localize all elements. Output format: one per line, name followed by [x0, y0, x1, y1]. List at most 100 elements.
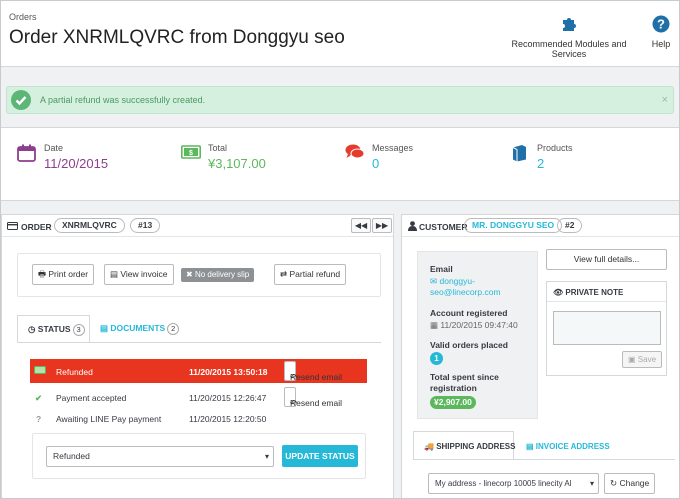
history-row: ? Awaiting LINE Pay payment 11/20/2015 1… [30, 408, 367, 428]
partial-refund-label: Partial refund [289, 269, 341, 279]
status-select[interactable]: Refunded ▾ [46, 446, 274, 467]
tab-status-label: STATUS [37, 324, 71, 334]
no-delivery-slip-button[interactable]: ✖ No delivery slip [181, 268, 255, 282]
help-label: Help [651, 39, 671, 49]
email-label: Email [430, 264, 453, 274]
private-note-header: 👁 PRIVATE NOTE [553, 288, 623, 297]
tabs-divider [17, 342, 381, 343]
check-icon: ✔ [35, 393, 43, 403]
tab-invoice-address[interactable]: ▤ INVOICE ADDRESS [526, 442, 610, 451]
save-note-button[interactable]: ▣ Save [622, 351, 663, 368]
save-icon: ▣ [628, 355, 638, 364]
caret-down-icon: ▾ [587, 474, 594, 493]
history-row: ✔ Payment accepted 11/20/2015 12:26:47 ↶… [30, 387, 367, 408]
email-link[interactable]: ✉ donggyu- [430, 276, 475, 287]
history-date: 11/20/2015 12:26:47 [189, 393, 267, 403]
total-spent-badge: ¥2,907.00 [430, 396, 476, 409]
kpi-products-value[interactable]: 2 [537, 156, 544, 171]
kpi-total-value: ¥3,107.00 [208, 156, 266, 171]
status-select-value: Refunded [53, 451, 90, 461]
tab-documents[interactable]: ▤ DOCUMENTS 2 [100, 323, 180, 335]
status-count-badge: 3 [72, 324, 85, 336]
valid-orders-label: Valid orders placed [430, 340, 508, 350]
success-alert: A partial refund was successfully create… [6, 86, 674, 114]
history-status: Payment accepted [56, 393, 127, 403]
tab-shipping-address[interactable]: 🚚 SHIPPING ADDRESS [413, 431, 515, 460]
order-page: Orders Order XNRMLQVRC from Donggyu seo … [0, 0, 680, 499]
recommended-modules-label: Recommended Modules and Services [511, 39, 627, 59]
history-row: Refunded 11/20/2015 13:50:18 ↶ Resend em… [30, 359, 367, 383]
close-icon[interactable]: × [662, 94, 668, 106]
resend-email-button[interactable]: ↶ Resend email [284, 387, 342, 408]
page-title: Order XNRMLQVRC from Donggyu seo [9, 27, 345, 48]
address-select-value: My address - linecorp 10005 linecity Al [435, 479, 572, 488]
order-reference: XNRMLQVRC [54, 218, 125, 233]
order-actions: 🖶 Print order ▤ View invoice ✖ No delive… [17, 253, 381, 297]
resend-email-button[interactable]: ↶ Resend email [284, 361, 342, 382]
address-select[interactable]: My address - linecorp 10005 linecity Al … [428, 473, 599, 494]
alert-message: A partial refund was successfully create… [40, 95, 206, 105]
kpi-total-label: Total [208, 143, 228, 153]
order-label: ORDER [21, 222, 52, 232]
breadcrumb[interactable]: Orders [9, 12, 37, 22]
no-delivery-label: No delivery slip [194, 270, 250, 279]
kpi-date-value: 11/20/2015 [44, 156, 109, 171]
order-number: #13 [130, 218, 161, 233]
total-spent-label-2: registration [430, 383, 477, 393]
history-status: Refunded [56, 367, 93, 377]
history-status: Awaiting LINE Pay payment [56, 414, 162, 424]
file-text-icon: ▤ [526, 442, 536, 451]
help-icon: ? [652, 15, 670, 33]
book-icon [512, 145, 526, 162]
question-icon: ? [36, 414, 42, 424]
documents-count-badge: 2 [167, 323, 180, 335]
tab-status[interactable]: ◷ STATUS 3 [17, 315, 90, 343]
print-icon: 🖶 [38, 269, 49, 279]
valid-orders-badge: 1 [430, 352, 443, 365]
kpi-bar: Date 11/20/2015 $ Total ¥3,107.00 Messag… [1, 127, 679, 201]
account-registered-label: Account registered [430, 308, 508, 318]
money-icon: $ [181, 145, 201, 159]
view-invoice-label: View invoice [120, 269, 168, 279]
truck-icon: 🚚 [424, 442, 437, 451]
email-line-1: donggyu- [439, 276, 475, 286]
print-order-label: Print order [48, 269, 89, 279]
eye-slash-icon: 👁 [553, 288, 566, 297]
order-panel: ORDER XNRMLQVRC #13 ◀◀ ▶▶ 🖶 Print order … [1, 214, 394, 498]
previous-order-button[interactable]: ◀◀ [351, 218, 371, 233]
tab-shipping-label: SHIPPING ADDRESS [436, 442, 516, 451]
kpi-date-label: Date [44, 143, 64, 153]
svg-text:$: $ [189, 150, 193, 157]
kpi-messages-value[interactable]: 0 [372, 156, 379, 171]
help-button[interactable]: ? Help [649, 15, 673, 49]
total-spent-label-1: Total spent since [430, 372, 499, 382]
caret-down-icon: ▾ [264, 452, 269, 461]
update-status-form: Refunded ▾ UPDATE STATUS [32, 433, 366, 479]
clock-icon: ◷ [28, 324, 36, 334]
private-note-textarea[interactable] [553, 311, 661, 345]
money-icon [34, 366, 46, 374]
partial-refund-button[interactable]: ⇄ Partial refund [274, 264, 347, 285]
user-icon [408, 221, 417, 231]
tab-documents-label: DOCUMENTS [110, 323, 166, 333]
history-date: 11/20/2015 12:20:50 [189, 414, 267, 424]
next-order-button[interactable]: ▶▶ [372, 218, 392, 233]
tab-shipping-content: 🚚 SHIPPING ADDRESS [424, 442, 515, 451]
recommended-modules-button[interactable]: Recommended Modules and Services [495, 15, 643, 59]
file-icon: ▤ [110, 269, 121, 279]
address-tabs-divider [413, 459, 675, 460]
view-full-details-button[interactable]: View full details... [546, 249, 667, 270]
tab-invoice-label: INVOICE ADDRESS [535, 442, 610, 451]
remove-icon: ✖ [186, 270, 195, 279]
change-address-button[interactable]: ↻ Change [604, 473, 656, 494]
customer-label: CUSTOMER [419, 222, 468, 232]
order-panel-header: ORDER XNRMLQVRC #13 ◀◀ ▶▶ [2, 215, 393, 237]
comments-icon [345, 144, 365, 159]
history-date: 11/20/2015 13:50:18 [189, 367, 268, 377]
print-order-button[interactable]: 🖶 Print order [32, 264, 95, 285]
customer-name[interactable]: MR. DONGGYU SEO [464, 218, 563, 233]
update-status-button[interactable]: UPDATE STATUS [282, 445, 358, 467]
view-invoice-button[interactable]: ▤ View invoice [104, 264, 174, 285]
private-note-panel: 👁 PRIVATE NOTE ▣ Save [546, 281, 667, 376]
email-line-2[interactable]: seo@linecorp.com [430, 287, 501, 297]
